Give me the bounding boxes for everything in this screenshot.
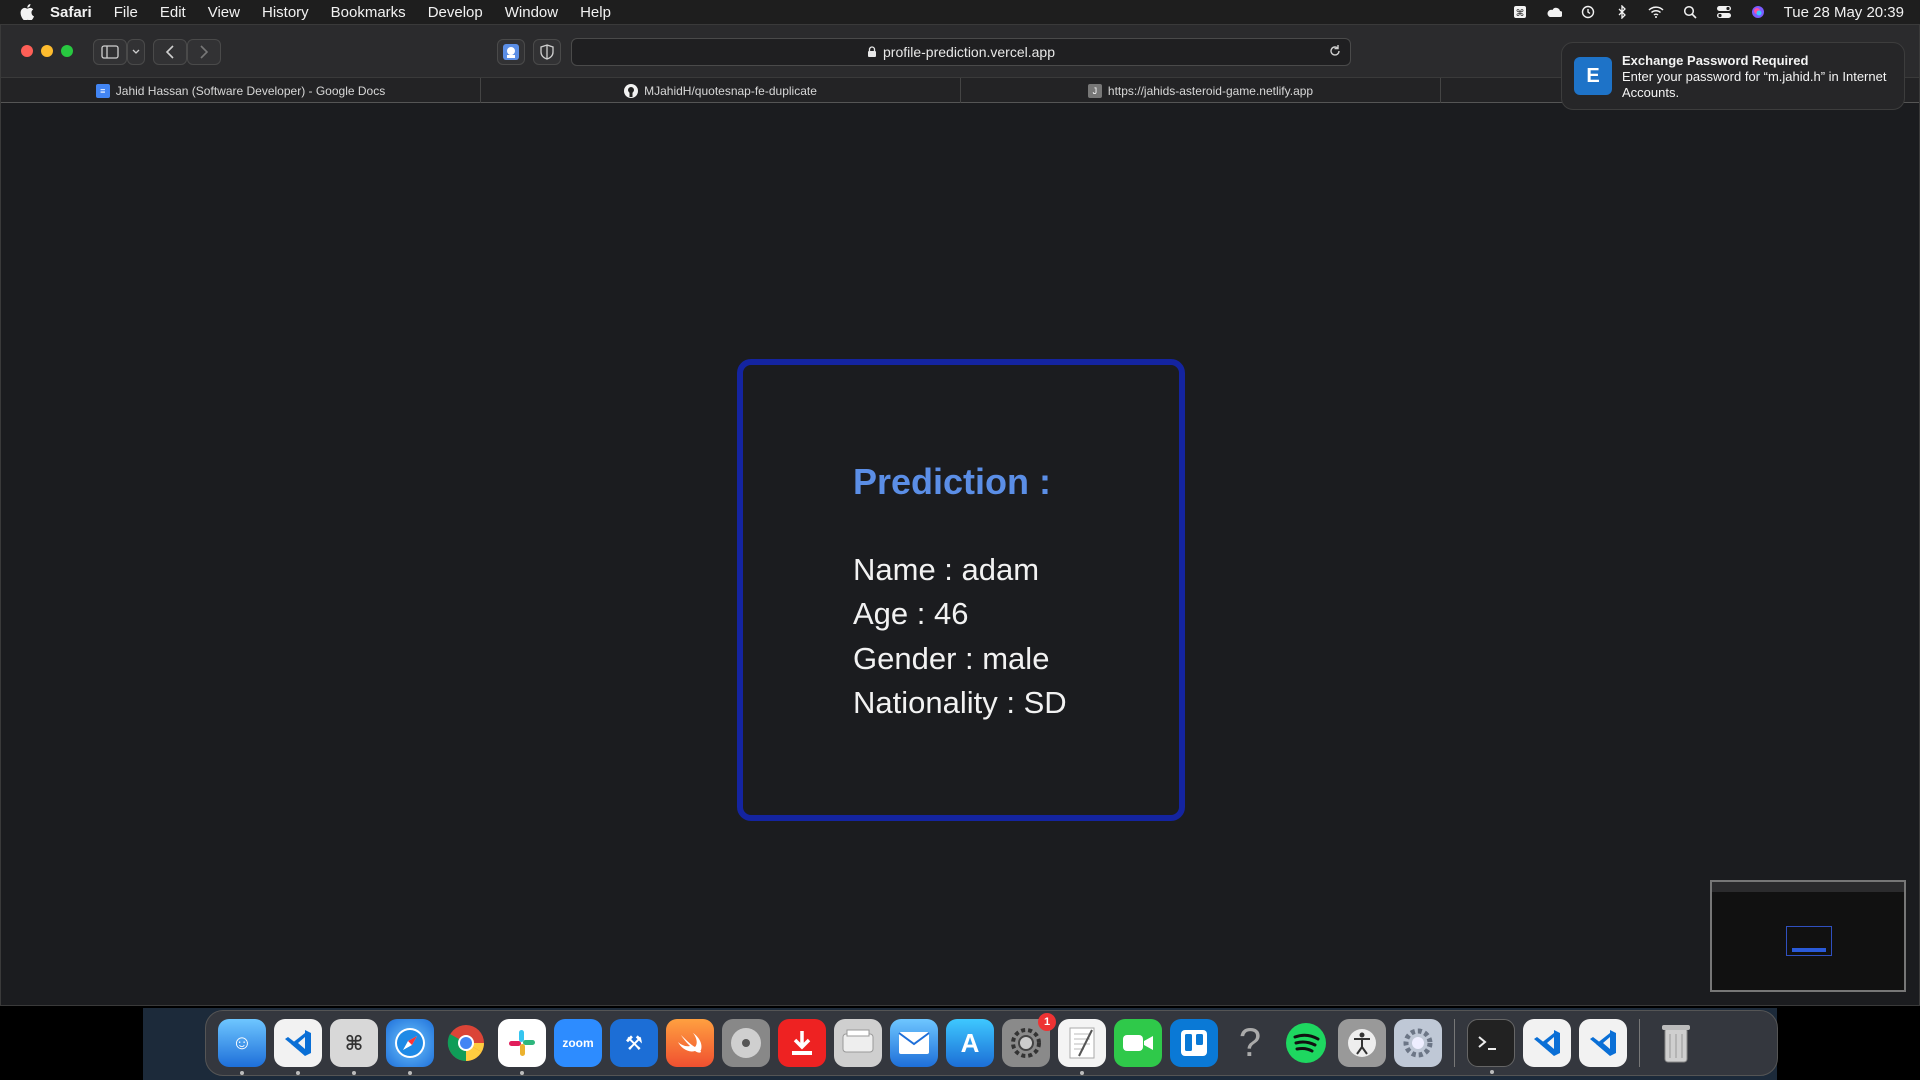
dock-separator — [1639, 1019, 1640, 1067]
siri-icon[interactable] — [1750, 5, 1766, 19]
dock: ☺ ⌘ zoom ⚒ A 1 ? — [205, 1010, 1778, 1076]
prediction-nationality: Nationality : SD — [853, 685, 1067, 720]
dock-separator — [1454, 1019, 1455, 1067]
dvd-player-icon[interactable] — [722, 1019, 770, 1067]
chevron-left-icon — [165, 45, 174, 59]
chevron-down-icon — [132, 49, 140, 54]
browser-window: profile-prediction.vercel.app ≡ Jahid Ha… — [0, 24, 1920, 1006]
tab-github[interactable]: MJahidH/quotesnap-fe-duplicate — [481, 78, 961, 103]
textedit-icon[interactable] — [1058, 1019, 1106, 1075]
swift-icon[interactable] — [666, 1019, 714, 1067]
extension-icon — [503, 44, 519, 60]
tab-label: MJahidH/quotesnap-fe-duplicate — [644, 83, 817, 98]
notification-body: Enter your password for “m.jahid.h” in I… — [1622, 69, 1887, 100]
menu-file[interactable]: File — [114, 4, 138, 21]
menu-develop[interactable]: Develop — [428, 4, 483, 21]
cloud-icon[interactable] — [1546, 5, 1562, 19]
notification-title: Exchange Password Required — [1622, 53, 1809, 68]
privacy-report-button[interactable] — [533, 39, 561, 65]
screenshot-thumbnail[interactable] — [1710, 880, 1906, 992]
notification-badge: 1 — [1038, 1013, 1056, 1031]
zoom-icon[interactable]: zoom — [554, 1019, 602, 1067]
vscode-icon[interactable] — [274, 1019, 322, 1075]
settings-gear-icon[interactable] — [1394, 1019, 1442, 1067]
sidebar-toggle-button[interactable] — [93, 39, 127, 65]
spotify-icon[interactable] — [1282, 1019, 1330, 1067]
vscode-icon[interactable] — [1523, 1019, 1571, 1067]
chrome-icon[interactable] — [442, 1019, 490, 1067]
app-store-icon[interactable]: A — [946, 1019, 994, 1067]
time-machine-icon[interactable] — [1580, 5, 1596, 19]
wifi-icon[interactable] — [1648, 5, 1664, 19]
keyboard-shortcut-icon[interactable]: ⌘ — [1512, 5, 1528, 19]
menu-bookmarks[interactable]: Bookmarks — [331, 4, 406, 21]
back-button[interactable] — [153, 39, 187, 65]
control-center-icon[interactable] — [1716, 5, 1732, 19]
prediction-age: Age : 46 — [853, 596, 969, 631]
downloader-icon[interactable] — [778, 1019, 826, 1067]
system-preferences-icon[interactable]: 1 — [1002, 1013, 1056, 1067]
github-icon — [624, 83, 639, 98]
exchange-password-notification[interactable]: E Exchange Password Required Enter your … — [1561, 42, 1905, 110]
address-url-text: profile-prediction.vercel.app — [883, 44, 1055, 60]
forward-button[interactable] — [187, 39, 221, 65]
prediction-name: Name : adam — [853, 552, 1040, 587]
menu-history[interactable]: History — [262, 4, 309, 21]
fullscreen-window-button[interactable] — [61, 45, 73, 57]
extension-button[interactable] — [497, 39, 525, 65]
prediction-gender: Gender : male — [853, 641, 1050, 676]
shield-icon — [540, 44, 554, 60]
menubar-status-area: ⌘ Tue 28 May 20:39 — [1512, 0, 1904, 24]
address-bar[interactable]: profile-prediction.vercel.app — [571, 38, 1351, 66]
trello-icon[interactable] — [1170, 1019, 1218, 1067]
question-mark-icon[interactable]: ? — [1226, 1019, 1274, 1067]
sidebar-icon — [101, 45, 119, 59]
menu-edit[interactable]: Edit — [160, 4, 186, 21]
menu-window[interactable]: Window — [505, 4, 558, 21]
menubar-clock[interactable]: Tue 28 May 20:39 — [1784, 4, 1904, 21]
mail-icon[interactable] — [890, 1019, 938, 1067]
tab-label: https://jahids-asteroid-game.netlify.app — [1107, 83, 1314, 98]
tab-asteroid-game[interactable]: J https://jahids-asteroid-game.netlify.a… — [961, 78, 1441, 103]
xcode-icon[interactable]: ⚒ — [610, 1019, 658, 1067]
facetime-icon[interactable] — [1114, 1019, 1162, 1067]
spotlight-search-icon[interactable] — [1682, 5, 1698, 19]
reload-icon[interactable] — [1328, 44, 1342, 58]
accessibility-icon[interactable] — [1338, 1019, 1386, 1067]
tab-group-dropdown-button[interactable] — [127, 39, 145, 65]
letter-j-icon: J — [1087, 83, 1102, 98]
prediction-card: Prediction : Name : adam Age : 46 Gender… — [737, 359, 1185, 821]
scanner-icon[interactable] — [834, 1019, 882, 1067]
finder-icon[interactable]: ☺ — [218, 1019, 266, 1075]
menu-bar: Safari File Edit View History Bookmarks … — [0, 0, 1920, 24]
slack-icon[interactable] — [498, 1019, 546, 1075]
svg-text:⌘: ⌘ — [1515, 9, 1524, 19]
safari-icon[interactable] — [386, 1019, 434, 1075]
bluetooth-icon[interactable] — [1614, 5, 1630, 19]
thumbnail-button — [1792, 948, 1826, 952]
vscode-icon[interactable] — [1579, 1019, 1627, 1067]
exchange-icon: E — [1574, 57, 1612, 95]
apple-menu-icon[interactable] — [18, 3, 36, 21]
script-editor-icon[interactable]: ⌘ — [330, 1019, 378, 1075]
terminal-icon[interactable] — [1467, 1019, 1515, 1074]
menu-app-name[interactable]: Safari — [50, 4, 92, 21]
thumbnail-toolbar — [1712, 882, 1904, 892]
prediction-title: Prediction : — [853, 461, 1052, 502]
lock-icon — [868, 46, 876, 57]
tab-google-docs[interactable]: ≡ Jahid Hassan (Software Developer) - Go… — [1, 78, 481, 103]
trash-icon[interactable] — [1652, 1019, 1700, 1067]
chevron-right-icon — [200, 45, 209, 59]
minimize-window-button[interactable] — [41, 45, 53, 57]
page-content: Prediction : Name : adam Age : 46 Gender… — [1, 104, 1919, 1005]
tab-label: Jahid Hassan (Software Developer) - Goog… — [115, 83, 386, 98]
menu-view[interactable]: View — [208, 4, 240, 21]
close-window-button[interactable] — [21, 45, 33, 57]
google-docs-icon: ≡ — [95, 83, 110, 98]
menu-help[interactable]: Help — [580, 4, 611, 21]
